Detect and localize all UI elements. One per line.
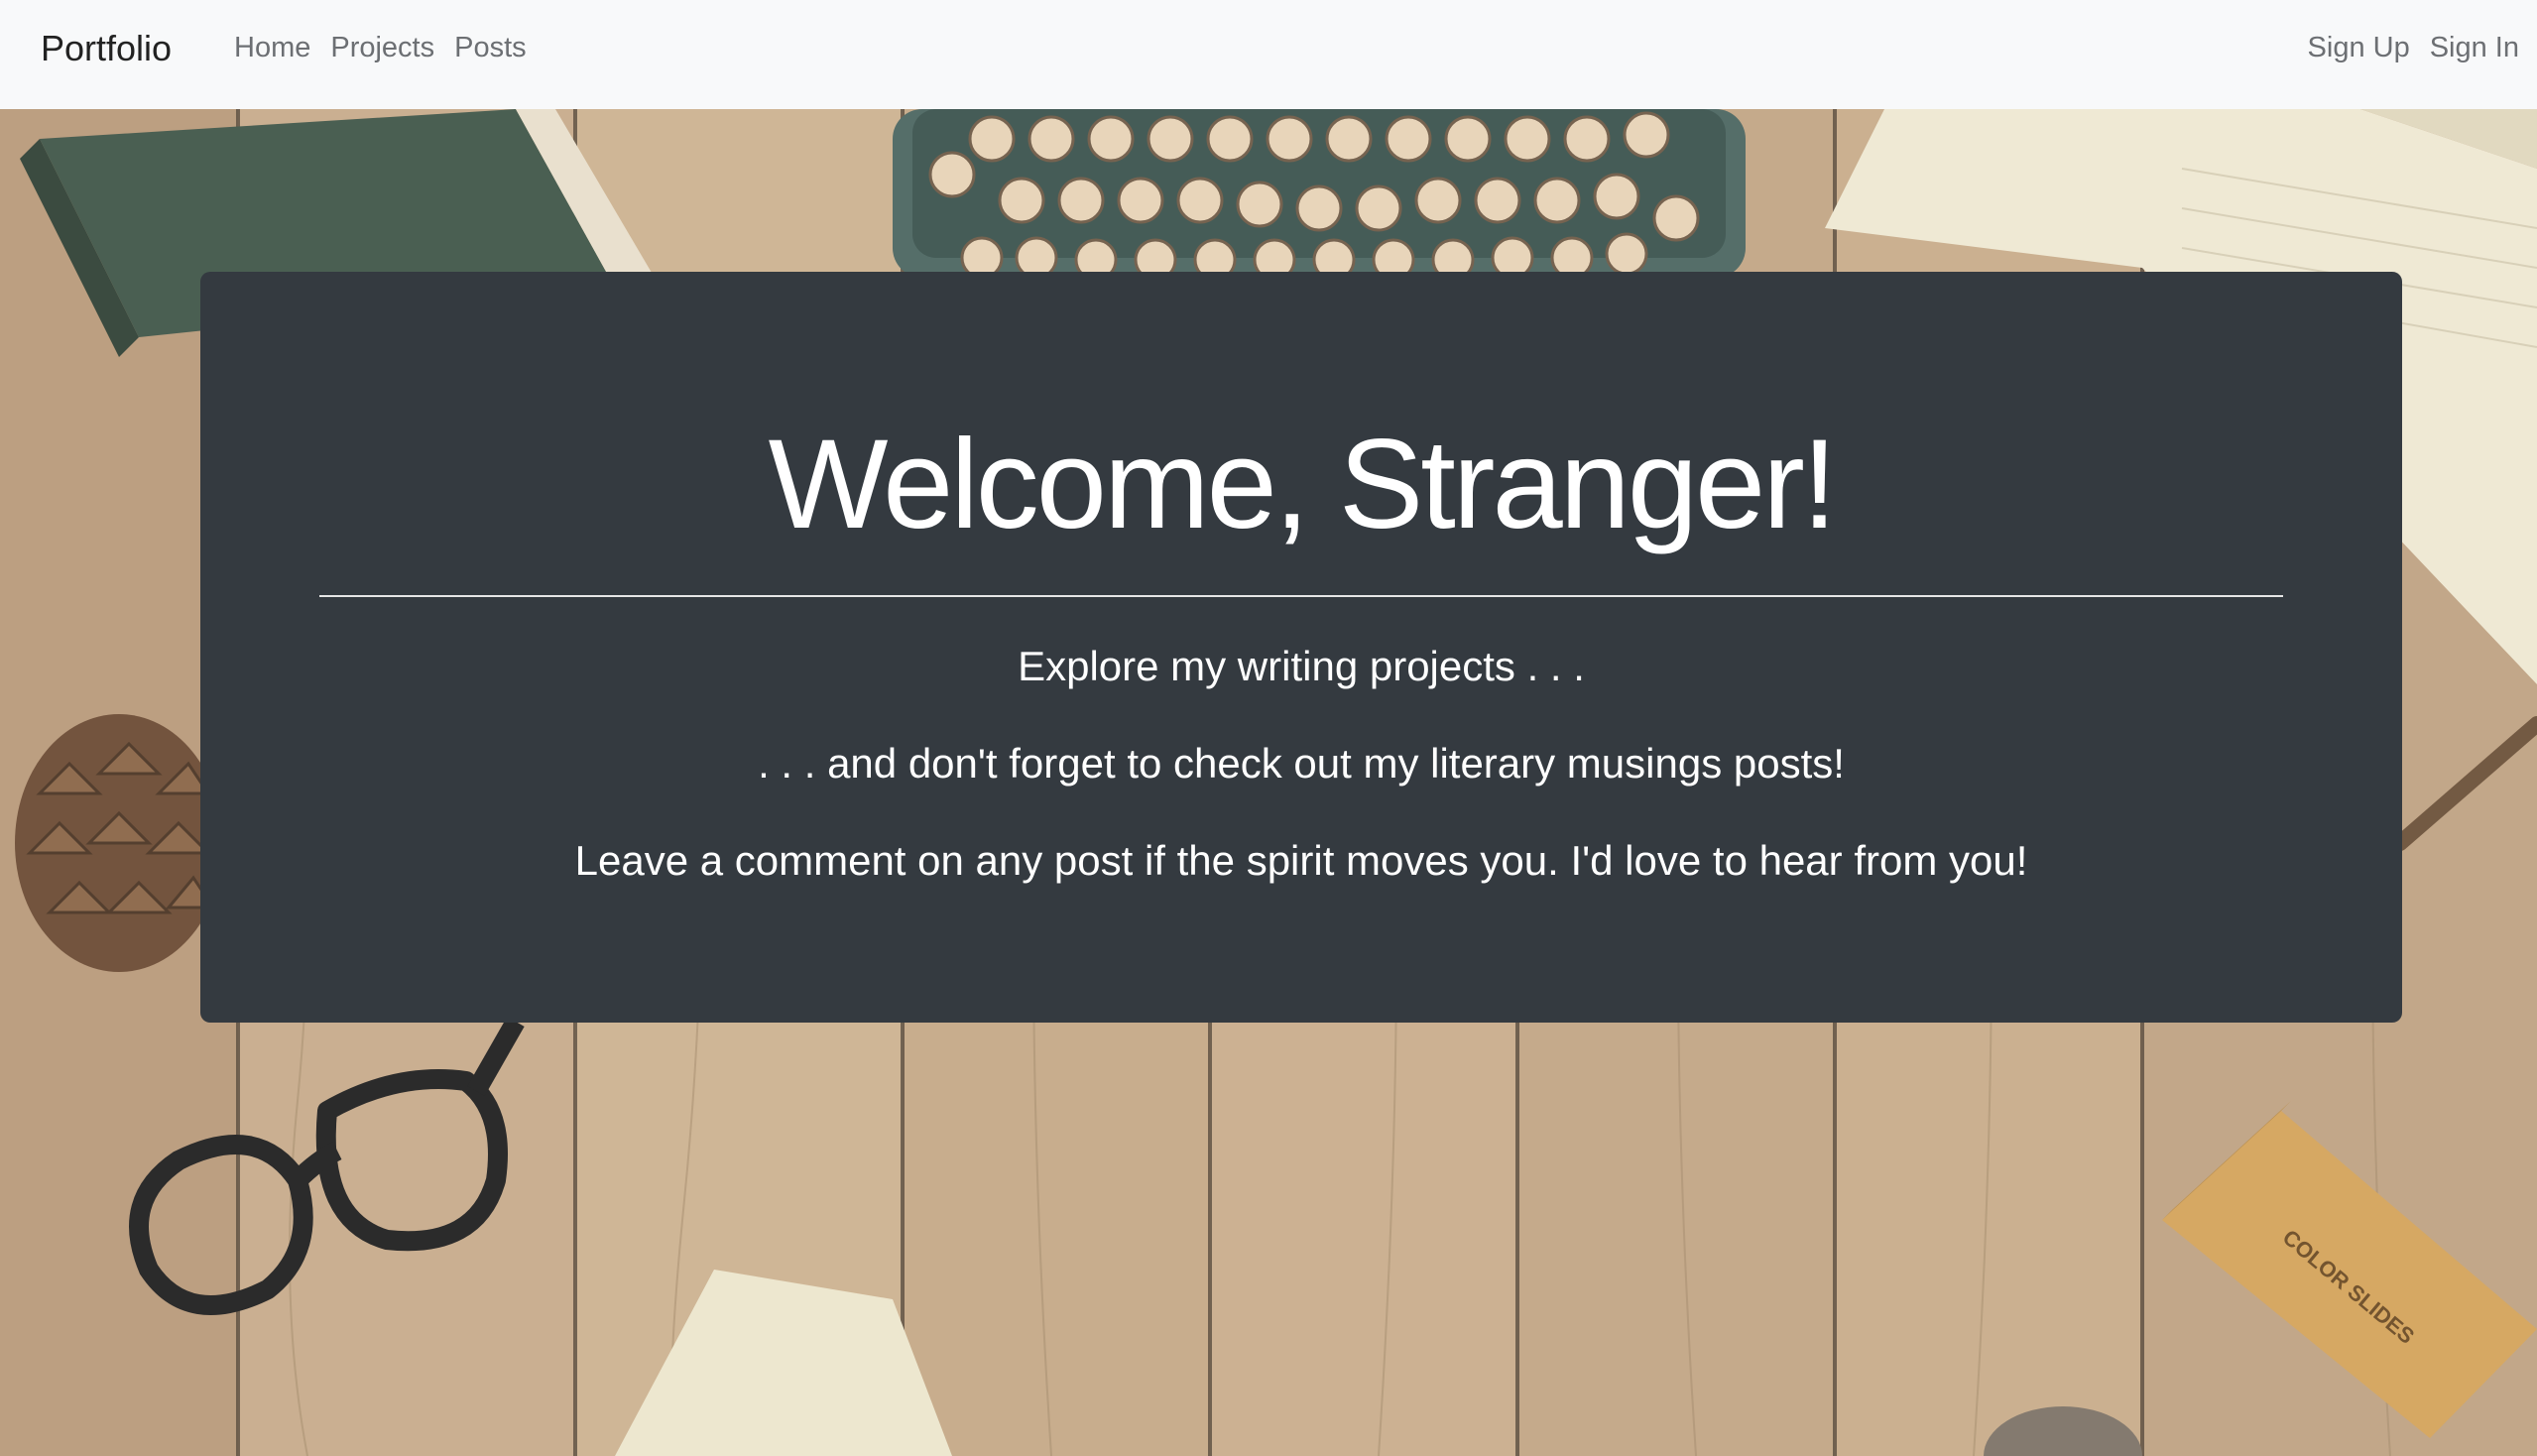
- nav-link-home[interactable]: Home: [234, 27, 310, 68]
- welcome-jumbotron: Welcome, Stranger! Explore my writing pr…: [200, 272, 2402, 1023]
- auth-nav: Sign Up Sign In: [2308, 27, 2519, 68]
- intro-text-comments: Leave a comment on any post if the spiri…: [574, 837, 2028, 884]
- heading-divider: [319, 595, 2283, 597]
- main-nav: Home Projects Posts: [234, 27, 527, 68]
- navbar: Portfolio Home Projects Posts Sign Up Si…: [0, 0, 2537, 109]
- intro-text-projects: Explore my writing projects . . .: [1018, 643, 1585, 689]
- nav-link-posts[interactable]: Posts: [454, 27, 527, 68]
- sign-up-link[interactable]: Sign Up: [2308, 27, 2410, 68]
- brand-link[interactable]: Portfolio: [41, 24, 172, 73]
- page: Portfolio Home Projects Posts Sign Up Si…: [0, 0, 2537, 1456]
- intro-text-posts: . . . and don't forget to check out my l…: [758, 740, 1845, 787]
- sign-in-link[interactable]: Sign In: [2430, 27, 2519, 68]
- welcome-heading: Welcome, Stranger!: [768, 414, 1838, 555]
- nav-link-projects[interactable]: Projects: [330, 27, 434, 68]
